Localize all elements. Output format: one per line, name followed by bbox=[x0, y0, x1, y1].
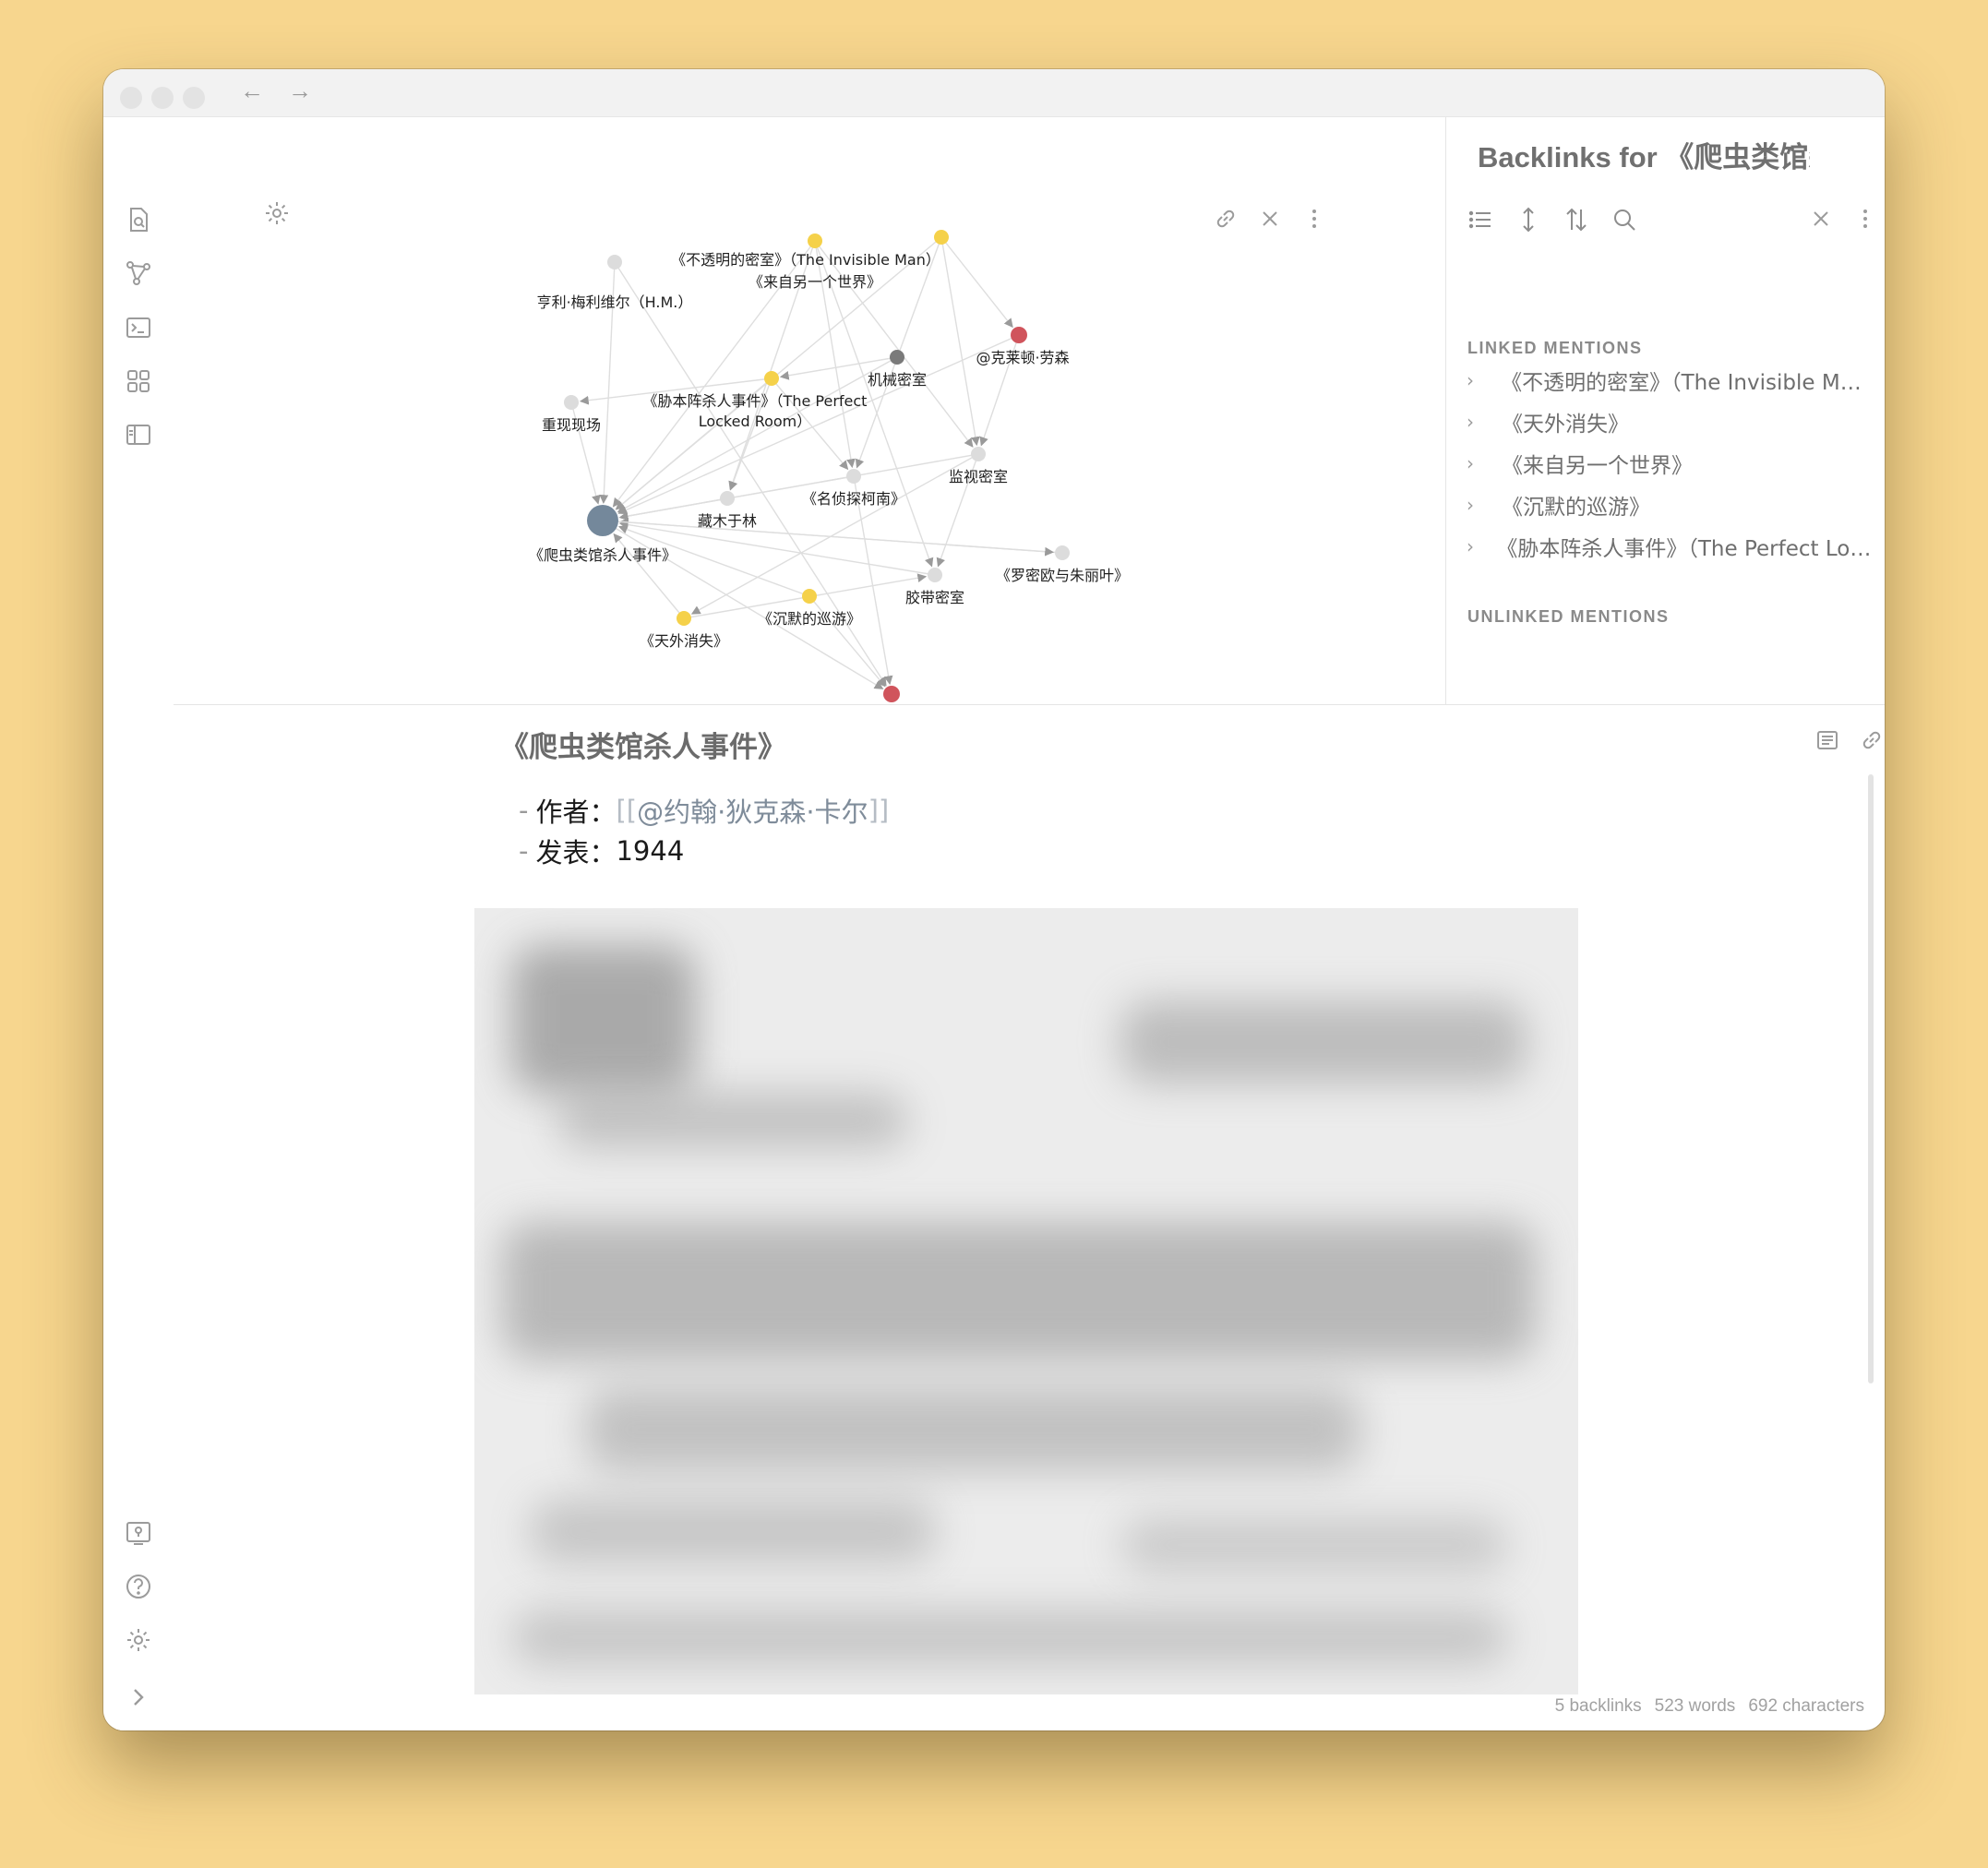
character-count: 692 characters bbox=[1748, 1696, 1864, 1716]
published-key: 发表： bbox=[535, 837, 617, 868]
note-title[interactable]: 《爬虫类馆杀人事件》 bbox=[500, 724, 786, 765]
backlinks-toolbar bbox=[1467, 206, 1638, 234]
unlinked-mentions-heading[interactable]: UNLINKED MENTIONS bbox=[1467, 607, 1670, 627]
linked-mentions-heading: LINKED MENTIONS bbox=[1467, 339, 1643, 357]
graph-node-label: @克莱顿·劳森 bbox=[976, 349, 1069, 366]
vault-switcher-icon[interactable] bbox=[124, 1518, 153, 1548]
backlinks-pane-actions bbox=[1808, 206, 1878, 232]
graph-node-label: 《沉默的巡游》 bbox=[758, 610, 861, 628]
linked-mention-item[interactable]: › 《不透明的密室》（The Invisible Man） bbox=[1467, 359, 1873, 401]
graph-edge bbox=[940, 236, 1013, 329]
status-bar: 5 backlinks 523 words 692 characters bbox=[1555, 1696, 1864, 1717]
graph-node-monitor[interactable] bbox=[971, 447, 986, 461]
graph-node-label: 藏木于林 bbox=[698, 512, 757, 530]
graph-node-label: 《名侦探柯南》 bbox=[802, 490, 905, 508]
graph-node-tape[interactable] bbox=[928, 568, 942, 582]
graph-node-label: 《爬虫类馆杀人事件》 bbox=[529, 546, 677, 564]
chevron-right-icon[interactable]: › bbox=[1467, 411, 1489, 433]
graph-node-tree[interactable] bbox=[720, 491, 735, 506]
editor-pane: 《爬虫类馆杀人事件》 - 作者： [[ @约翰·狄克森·卡尔 ]] - 发表： … bbox=[174, 705, 1885, 1730]
graph-node-clayton[interactable] bbox=[1011, 327, 1027, 343]
graph-view-icon[interactable] bbox=[124, 258, 153, 288]
app-window: ← → 《不透明的密室》（The Invisible Man） 《来自另一个世界… bbox=[103, 69, 1885, 1730]
published-row[interactable]: - 发表： 1944 bbox=[519, 831, 889, 871]
search-icon[interactable] bbox=[1611, 206, 1638, 234]
editor-pane-actions bbox=[1814, 727, 1885, 753]
graph-node-silent[interactable] bbox=[802, 589, 817, 604]
chevron-right-icon[interactable]: › bbox=[1467, 369, 1488, 391]
graph-node-label: 重现现场 bbox=[542, 416, 601, 434]
graph-node-label: 《天外消失》 bbox=[640, 632, 728, 650]
close-window-button[interactable] bbox=[120, 87, 142, 109]
blurred-content bbox=[474, 908, 1578, 1694]
linked-mention-item[interactable]: › 《沉默的巡游》 bbox=[1467, 484, 1873, 525]
back-arrow-icon[interactable]: ← bbox=[240, 78, 264, 102]
chevron-right-icon[interactable]: › bbox=[1467, 494, 1489, 516]
settings-gear-icon[interactable] bbox=[124, 1625, 153, 1655]
chevron-right-icon[interactable]: › bbox=[1467, 535, 1483, 557]
graph-node-label: 《来自另一个世界》 bbox=[748, 273, 881, 291]
author-link[interactable]: @约翰·狄克森·卡尔 bbox=[637, 791, 868, 830]
graph-node-mech[interactable] bbox=[890, 350, 904, 365]
author-key: 作者： bbox=[535, 796, 617, 828]
left-ribbon bbox=[103, 117, 174, 1730]
editor-scrollbar[interactable] bbox=[1868, 774, 1874, 1383]
graph-view-pane: 《不透明的密室》（The Invisible Man） 《来自另一个世界》亨利·梅… bbox=[174, 117, 1445, 704]
graph-node-romeo[interactable] bbox=[1055, 545, 1070, 560]
linked-mention-item[interactable]: › 《天外消失》 bbox=[1467, 401, 1873, 442]
maximize-window-button[interactable] bbox=[183, 87, 205, 109]
word-count: 523 words bbox=[1654, 1696, 1736, 1716]
title-bar: ← → bbox=[103, 69, 1885, 117]
help-icon[interactable] bbox=[124, 1572, 153, 1601]
graph-node-perfect[interactable] bbox=[764, 371, 779, 386]
graph-canvas[interactable]: 《不透明的密室》（The Invisible Man） 《来自另一个世界》亨利·梅… bbox=[174, 117, 1445, 704]
plugins-grid-icon[interactable] bbox=[124, 366, 153, 396]
graph-node-label: 亨利·梅利维尔（H.M.） bbox=[537, 293, 693, 311]
more-options-icon[interactable] bbox=[1852, 206, 1878, 232]
link-icon[interactable] bbox=[1859, 727, 1885, 753]
graph-node-vanish[interactable] bbox=[677, 611, 691, 626]
linked-mention-item[interactable]: › 《来自另一个世界》 bbox=[1467, 442, 1873, 484]
sort-icon[interactable] bbox=[1563, 206, 1590, 234]
graph-node-conan[interactable] bbox=[846, 469, 861, 484]
graph-node-carr[interactable] bbox=[883, 686, 900, 702]
author-row[interactable]: - 作者： [[ @约翰·狄克森·卡尔 ]] bbox=[519, 790, 889, 831]
graph-node-label: 监视密室 bbox=[949, 468, 1008, 485]
search-file-icon[interactable] bbox=[124, 205, 153, 234]
reading-view-icon[interactable] bbox=[1814, 727, 1840, 753]
close-icon[interactable] bbox=[1808, 206, 1834, 232]
backlinks-pane: Backlinks for 《爬虫类馆杀人事件》 LINKED MENTIONS… bbox=[1446, 117, 1885, 704]
graph-node-otherworld[interactable] bbox=[808, 234, 822, 248]
collapse-expand-icon[interactable] bbox=[1515, 206, 1542, 234]
graph-node-label: 《罗密欧与朱丽叶》 bbox=[996, 567, 1129, 584]
frontmatter-list: - 作者： [[ @约翰·狄克森·卡尔 ]] - 发表： 1944 bbox=[519, 790, 889, 871]
graph-node-label: 《胁本阵杀人事件》（The Perfect Locked Room） bbox=[643, 392, 868, 430]
minimize-window-button[interactable] bbox=[151, 87, 174, 109]
backlinks-count[interactable]: 5 backlinks bbox=[1555, 1696, 1642, 1717]
list-view-icon[interactable] bbox=[1467, 206, 1494, 234]
terminal-icon[interactable] bbox=[124, 313, 153, 342]
graph-node-reptile[interactable] bbox=[587, 505, 618, 536]
layout-sidebar-icon[interactable] bbox=[124, 420, 153, 449]
forward-arrow-icon[interactable]: → bbox=[288, 78, 312, 102]
expand-chevron-icon[interactable] bbox=[124, 1682, 153, 1712]
published-value: 1944 bbox=[616, 835, 685, 867]
backlinks-title: Backlinks for 《爬虫类馆杀人事件》 bbox=[1478, 141, 1810, 174]
graph-node-hm[interactable] bbox=[607, 255, 622, 269]
graph-node-label: 《不透明的密室》（The Invisible Man） bbox=[671, 251, 940, 269]
graph-node-label: 胶带密室 bbox=[905, 589, 964, 606]
graph-node-label: 机械密室 bbox=[868, 371, 927, 389]
graph-node-invisible[interactable] bbox=[934, 230, 949, 245]
chevron-right-icon[interactable]: › bbox=[1467, 452, 1489, 474]
graph-node-scene[interactable] bbox=[564, 395, 579, 410]
linked-mentions-list: › 《不透明的密室》（The Invisible Man） › 《天外消失》 › 《来… bbox=[1467, 359, 1873, 567]
linked-mention-item[interactable]: ›《胁本阵杀人事件》（The Perfect Locked Room） bbox=[1467, 525, 1873, 567]
